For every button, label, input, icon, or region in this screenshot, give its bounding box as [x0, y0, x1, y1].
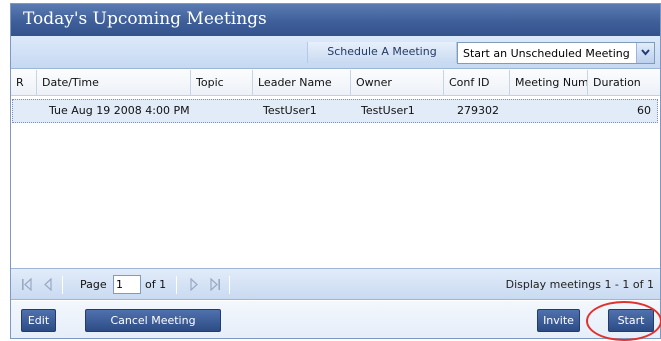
cell-duration: 60 [637, 104, 651, 117]
cell-owner: TestUser1 [361, 104, 415, 117]
page-label: Page [80, 278, 107, 291]
unscheduled-meeting-select[interactable]: Start an Unscheduled Meeting [457, 42, 655, 64]
meetings-panel: Today's Upcoming Meetings Schedule A Mee… [10, 3, 661, 339]
title-bar: Today's Upcoming Meetings [11, 4, 660, 36]
start-button[interactable]: Start [608, 309, 654, 332]
page-of-label: of 1 [145, 278, 167, 291]
column-header-meeting-num[interactable]: Meeting Num [510, 70, 588, 96]
unscheduled-meeting-select-value: Start an Unscheduled Meeting [463, 47, 630, 60]
cell-meeting-num [511, 100, 589, 122]
action-bar: Edit Cancel Meeting Invite Start [11, 301, 660, 338]
cell-topic [192, 100, 254, 122]
cell-datetime: Tue Aug 19 2008 4:00 PM [49, 104, 190, 117]
panel-title: Today's Upcoming Meetings [23, 9, 267, 29]
edit-button[interactable]: Edit [21, 309, 56, 332]
next-page-icon[interactable] [189, 278, 199, 291]
cell-leader-name: TestUser1 [263, 104, 317, 117]
page-number-input[interactable] [113, 275, 141, 294]
column-header-duration[interactable]: Duration [588, 70, 660, 96]
pager-separator [229, 276, 230, 294]
meetings-table: R Date/Time Topic Leader Name Owner Conf… [11, 70, 660, 268]
column-header-conf-id[interactable]: Conf ID [444, 70, 510, 96]
cell-r [13, 100, 38, 122]
column-header-datetime[interactable]: Date/Time [37, 70, 191, 96]
dropdown-toggle[interactable] [636, 43, 654, 63]
table-row[interactable]: Tue Aug 19 2008 4:00 PM TestUser1 TestUs… [12, 99, 658, 123]
pager-separator [62, 276, 63, 294]
column-header-topic[interactable]: Topic [191, 70, 253, 96]
column-header-leader-name[interactable]: Leader Name [253, 70, 351, 96]
schedule-meeting-button[interactable]: Schedule A Meeting [307, 42, 457, 63]
first-page-icon[interactable] [21, 278, 33, 291]
pagination-bar: Page of 1 Display meetings 1 - 1 of 1 [11, 268, 660, 300]
last-page-icon[interactable] [209, 278, 221, 291]
cell-conf-id: 279302 [457, 104, 499, 117]
toolbar: Schedule A Meeting Start an Unscheduled … [11, 36, 660, 69]
invite-button[interactable]: Invite [537, 309, 580, 332]
column-header-owner[interactable]: Owner [351, 70, 444, 96]
chevron-down-icon [641, 49, 650, 56]
pager-separator [176, 276, 177, 294]
prev-page-icon[interactable] [43, 278, 53, 291]
pagination-status: Display meetings 1 - 1 of 1 [505, 278, 654, 291]
cancel-meeting-button[interactable]: Cancel Meeting [85, 309, 221, 332]
column-header-r[interactable]: R [11, 70, 37, 96]
table-header: R Date/Time Topic Leader Name Owner Conf… [11, 70, 660, 96]
